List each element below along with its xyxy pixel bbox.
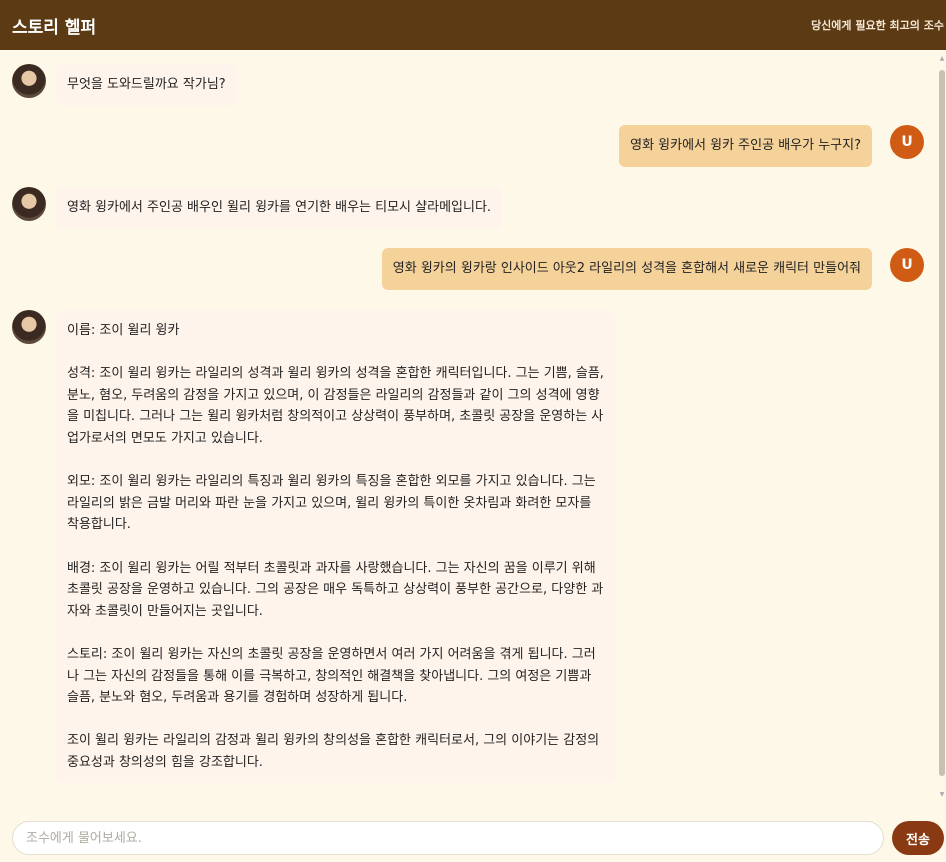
scroll-down-icon[interactable]: ▼ — [939, 792, 945, 798]
user-avatar: U — [890, 125, 924, 159]
chat-area[interactable]: 무엇을 도와드릴까요 작가님? 영화 윙카에서 윙카 주인공 배우가 누구지? … — [0, 50, 938, 802]
bot-avatar — [12, 187, 46, 221]
scrollbar-thumb[interactable] — [939, 70, 945, 776]
app-title: 스토리 헬퍼 — [12, 17, 97, 38]
bot-message: 무엇을 도와드릴까요 작가님? — [56, 64, 237, 106]
chat-input[interactable] — [12, 821, 884, 855]
bot-avatar — [12, 310, 46, 344]
input-bar: 전송 — [0, 812, 946, 862]
scroll-up-icon[interactable]: ▲ — [939, 56, 945, 62]
user-avatar: U — [890, 248, 924, 282]
app-header: 스토리 헬퍼 당신에게 필요한 최고의 조수 — [0, 0, 946, 50]
chat-scrollbar[interactable]: ▲ ▼ — [938, 50, 946, 802]
bot-message: 이름: 조이 윌리 윙카 성격: 조이 윌리 윙카는 라일리의 성격과 윌리 윙… — [56, 310, 616, 784]
app-subtitle: 당신에게 필요한 최고의 조수 — [811, 19, 944, 32]
user-message: 영화 윙카에서 윙카 주인공 배우가 누구지? — [619, 125, 872, 167]
bot-message: 영화 윙카에서 주인공 배우인 윌리 윙카를 연기한 배우는 티모시 샬라메입니… — [56, 187, 503, 229]
send-button[interactable]: 전송 — [892, 821, 944, 855]
user-message: 영화 윙카의 윙카랑 인사이드 아웃2 라일리의 성격을 혼합해서 새로운 캐릭… — [381, 248, 872, 290]
bot-avatar — [12, 64, 46, 98]
